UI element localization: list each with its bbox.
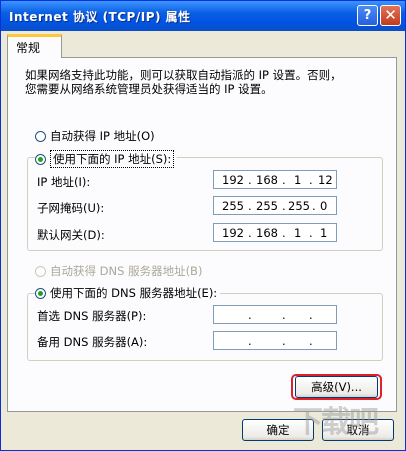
preferred-dns-label: 首选 DNS 服务器(P): xyxy=(37,309,147,323)
octet: 255 xyxy=(222,199,244,213)
title-bar[interactable]: Internet 协议 (TCP/IP) 属性 ? ✕ xyxy=(1,1,405,31)
default-gateway-label: 默认网关(D): xyxy=(37,228,105,242)
octet: 1 xyxy=(320,226,328,240)
octet: 12 xyxy=(318,173,333,187)
auto-dns-radio: 自动获得 DNS 服务器地址(B) xyxy=(35,263,202,279)
ip-address-label: IP 地址(I): xyxy=(37,175,91,189)
ip-address-input[interactable]: 192. 168. 1. 12 xyxy=(213,170,337,189)
description-line: 如果网络支持此功能，则可以获取自动指派的 IP 设置。否则， xyxy=(25,68,342,82)
subnet-mask-input[interactable]: 255. 255. 255. 0 xyxy=(213,196,337,215)
radio-indicator xyxy=(35,287,46,299)
radio-indicator xyxy=(35,265,46,277)
manual-ip-radio[interactable]: 使用下面的 IP 地址(S): xyxy=(35,150,178,168)
manual-ip-label: 使用下面的 IP 地址(S): xyxy=(50,150,175,168)
octet: 192 xyxy=(222,173,244,187)
radio-indicator xyxy=(35,153,46,165)
octet: 1 xyxy=(294,226,302,240)
close-button[interactable]: ✕ xyxy=(380,5,401,26)
octet: 192 xyxy=(222,226,244,240)
watermark: 下载吧 xyxy=(293,405,379,440)
alternate-dns-input[interactable]: ... xyxy=(213,331,337,350)
auto-ip-radio[interactable]: 自动获得 IP 地址(O) xyxy=(35,128,155,144)
subnet-mask-label: 子网掩码(U): xyxy=(37,201,105,215)
manual-dns-radio[interactable]: 使用下面的 DNS 服务器地址(E): xyxy=(35,285,221,301)
octet: 168 xyxy=(256,226,278,240)
manual-dns-label: 使用下面的 DNS 服务器地址(E): xyxy=(50,286,218,300)
tab-general-label: 常规 xyxy=(16,41,41,55)
auto-dns-label: 自动获得 DNS 服务器地址(B) xyxy=(50,264,203,278)
octet: 255 xyxy=(256,199,278,213)
octet: 255 xyxy=(288,199,310,213)
alternate-dns-label: 备用 DNS 服务器(A): xyxy=(37,335,148,349)
preferred-dns-input[interactable]: ... xyxy=(213,305,337,324)
help-button[interactable]: ? xyxy=(357,5,378,26)
octet: 0 xyxy=(320,199,328,213)
octet: 1 xyxy=(294,173,302,187)
default-gateway-input[interactable]: 192. 168. 1. 1 xyxy=(213,223,337,242)
dialog-window: Internet 协议 (TCP/IP) 属性 ? ✕ 常规 如果网络支持此功能… xyxy=(0,0,406,451)
window-title: Internet 协议 (TCP/IP) 属性 xyxy=(9,10,191,24)
description-text: 如果网络支持此功能，则可以获取自动指派的 IP 设置。否则， 您需要从网络系统管… xyxy=(25,68,375,96)
dns-group-box xyxy=(27,293,383,361)
advanced-button[interactable]: 高级(V)... xyxy=(295,376,378,398)
auto-ip-label: 自动获得 IP 地址(O) xyxy=(50,129,155,143)
octet: 168 xyxy=(256,173,278,187)
tab-general[interactable]: 常规 xyxy=(7,34,62,58)
description-line: 您需要从网络系统管理员处获得适当的 IP 设置。 xyxy=(25,82,273,96)
radio-indicator xyxy=(35,130,46,142)
